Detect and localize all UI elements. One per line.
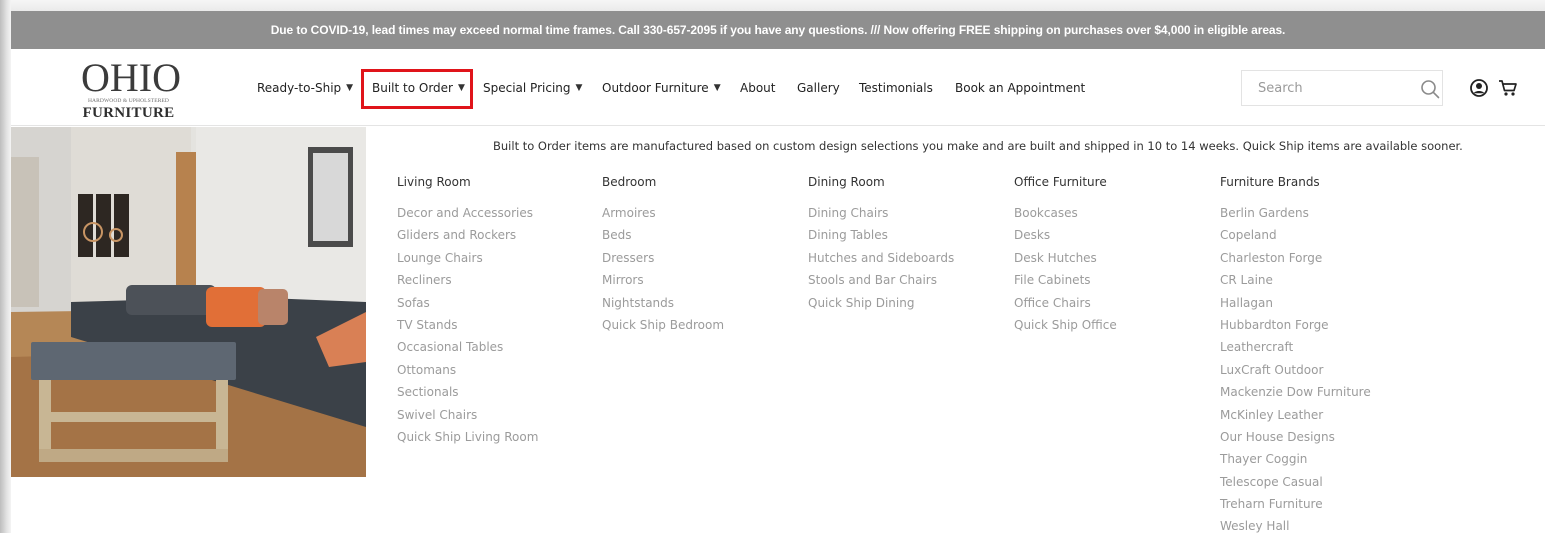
- menu-link[interactable]: Bookcases: [1014, 202, 1117, 224]
- announcement-banner: Due to COVID-19, lead times may exceed n…: [11, 11, 1545, 49]
- menu-link[interactable]: Office Chairs: [1014, 292, 1117, 314]
- menu-link[interactable]: File Cabinets: [1014, 269, 1117, 291]
- nav-label: Ready-to-Ship: [257, 81, 342, 95]
- nav-label: Testimonials: [859, 81, 933, 95]
- menu-heading[interactable]: Living Room: [397, 172, 538, 192]
- menu-link[interactable]: LuxCraft Outdoor: [1220, 359, 1371, 381]
- logo-word: OHIO: [81, 55, 181, 100]
- menu-link[interactable]: Nightstands: [602, 292, 724, 314]
- nav-gallery[interactable]: Gallery: [797, 75, 840, 101]
- menu-link[interactable]: Hallagan: [1220, 292, 1371, 314]
- menu-link[interactable]: Hubbardton Forge: [1220, 314, 1371, 336]
- menu-link[interactable]: Gliders and Rockers: [397, 224, 538, 246]
- site-header: OHIO HARDWOOD & UPHOLSTERED FURNITURE Re…: [11, 49, 1545, 126]
- menu-column-bedroom: Bedroom Armoires Beds Dressers Mirrors N…: [602, 172, 724, 336]
- nav-testimonials[interactable]: Testimonials: [859, 75, 933, 101]
- nav-label: Outdoor Furniture: [602, 81, 709, 95]
- menu-link[interactable]: Stools and Bar Chairs: [808, 269, 954, 291]
- caret-down-icon: ▼: [575, 83, 583, 93]
- menu-link[interactable]: Hutches and Sideboards: [808, 247, 954, 269]
- menu-link[interactable]: Telescope Casual: [1220, 471, 1371, 493]
- menu-link[interactable]: Mackenzie Dow Furniture: [1220, 381, 1371, 403]
- search-icon[interactable]: [1420, 79, 1440, 99]
- menu-column-furniture-brands: Furniture Brands Berlin Gardens Copeland…: [1220, 172, 1371, 533]
- cart-icon[interactable]: [1498, 79, 1518, 97]
- menu-link[interactable]: Desks: [1014, 224, 1117, 246]
- nav-book-appointment[interactable]: Book an Appointment: [955, 75, 1085, 101]
- menu-link[interactable]: Dining Chairs: [808, 202, 954, 224]
- menu-link[interactable]: CR Laine: [1220, 269, 1371, 291]
- caret-down-icon: ▼: [713, 83, 721, 93]
- menu-link[interactable]: Sectionals: [397, 381, 538, 403]
- menu-link[interactable]: Quick Ship Office: [1014, 314, 1117, 336]
- menu-link[interactable]: Leathercraft: [1220, 336, 1371, 358]
- top-edge-shadow: [0, 0, 1545, 11]
- menu-link[interactable]: Swivel Chairs: [397, 404, 538, 426]
- page: Due to COVID-19, lead times may exceed n…: [0, 0, 1545, 533]
- menu-link[interactable]: Occasional Tables: [397, 336, 538, 358]
- menu-heading[interactable]: Office Furniture: [1014, 172, 1117, 192]
- active-nav-highlight: [361, 69, 473, 109]
- menu-heading[interactable]: Dining Room: [808, 172, 954, 192]
- megamenu-intro: Built to Order items are manufactured ba…: [493, 139, 1463, 153]
- nav-label: About: [740, 81, 776, 95]
- menu-link[interactable]: Mirrors: [602, 269, 724, 291]
- menu-link[interactable]: TV Stands: [397, 314, 538, 336]
- menu-link[interactable]: Treharn Furniture: [1220, 493, 1371, 515]
- menu-link[interactable]: Quick Ship Bedroom: [602, 314, 724, 336]
- menu-link[interactable]: Ottomans: [397, 359, 538, 381]
- menu-link[interactable]: Berlin Gardens: [1220, 202, 1371, 224]
- menu-link[interactable]: Recliners: [397, 269, 538, 291]
- menu-column-dining-room: Dining Room Dining Chairs Dining Tables …: [808, 172, 954, 314]
- nav-label: Book an Appointment: [955, 81, 1086, 95]
- menu-link[interactable]: Armoires: [602, 202, 724, 224]
- nav-outdoor-furniture[interactable]: Outdoor Furniture ▼: [602, 75, 721, 101]
- menu-column-office-furniture: Office Furniture Bookcases Desks Desk Hu…: [1014, 172, 1117, 336]
- menu-link[interactable]: Dining Tables: [808, 224, 954, 246]
- menu-heading[interactable]: Furniture Brands: [1220, 172, 1371, 192]
- nav-label: Special Pricing: [483, 81, 571, 95]
- search-box: [1241, 70, 1443, 106]
- nav-special-pricing[interactable]: Special Pricing ▼: [483, 75, 582, 101]
- menu-link[interactable]: Thayer Coggin: [1220, 448, 1371, 470]
- menu-link[interactable]: Sofas: [397, 292, 538, 314]
- menu-link[interactable]: Beds: [602, 224, 724, 246]
- living-room-photo: [11, 127, 366, 477]
- menu-link[interactable]: Quick Ship Dining: [808, 292, 954, 314]
- menu-link[interactable]: Charleston Forge: [1220, 247, 1371, 269]
- announcement-text: Due to COVID-19, lead times may exceed n…: [270, 23, 1286, 37]
- menu-link[interactable]: Decor and Accessories: [397, 202, 538, 224]
- user-icon[interactable]: [1470, 79, 1488, 97]
- menu-column-living-room: Living Room Decor and Accessories Glider…: [397, 172, 538, 448]
- menu-link[interactable]: Quick Ship Living Room: [397, 426, 538, 448]
- nav-ready-to-ship[interactable]: Ready-to-Ship ▼: [257, 75, 353, 101]
- caret-down-icon: ▼: [346, 83, 354, 93]
- menu-heading[interactable]: Bedroom: [602, 172, 724, 192]
- search-input[interactable]: [1242, 71, 1402, 105]
- logo-tagline: HARDWOOD & UPHOLSTERED: [87, 98, 170, 104]
- left-edge-shadow: [0, 0, 11, 533]
- menu-link[interactable]: Our House Designs: [1220, 426, 1371, 448]
- logo-subword: FURNITURE: [82, 105, 175, 121]
- menu-link[interactable]: Lounge Chairs: [397, 247, 538, 269]
- menu-link[interactable]: Desk Hutches: [1014, 247, 1117, 269]
- site-logo[interactable]: OHIO HARDWOOD & UPHOLSTERED FURNITURE: [81, 55, 181, 122]
- menu-link[interactable]: Copeland: [1220, 224, 1371, 246]
- nav-label: Gallery: [797, 81, 840, 95]
- nav-about[interactable]: About: [740, 75, 775, 101]
- menu-link[interactable]: Dressers: [602, 247, 724, 269]
- menu-link[interactable]: Wesley Hall: [1220, 515, 1371, 533]
- menu-link[interactable]: McKinley Leather: [1220, 404, 1371, 426]
